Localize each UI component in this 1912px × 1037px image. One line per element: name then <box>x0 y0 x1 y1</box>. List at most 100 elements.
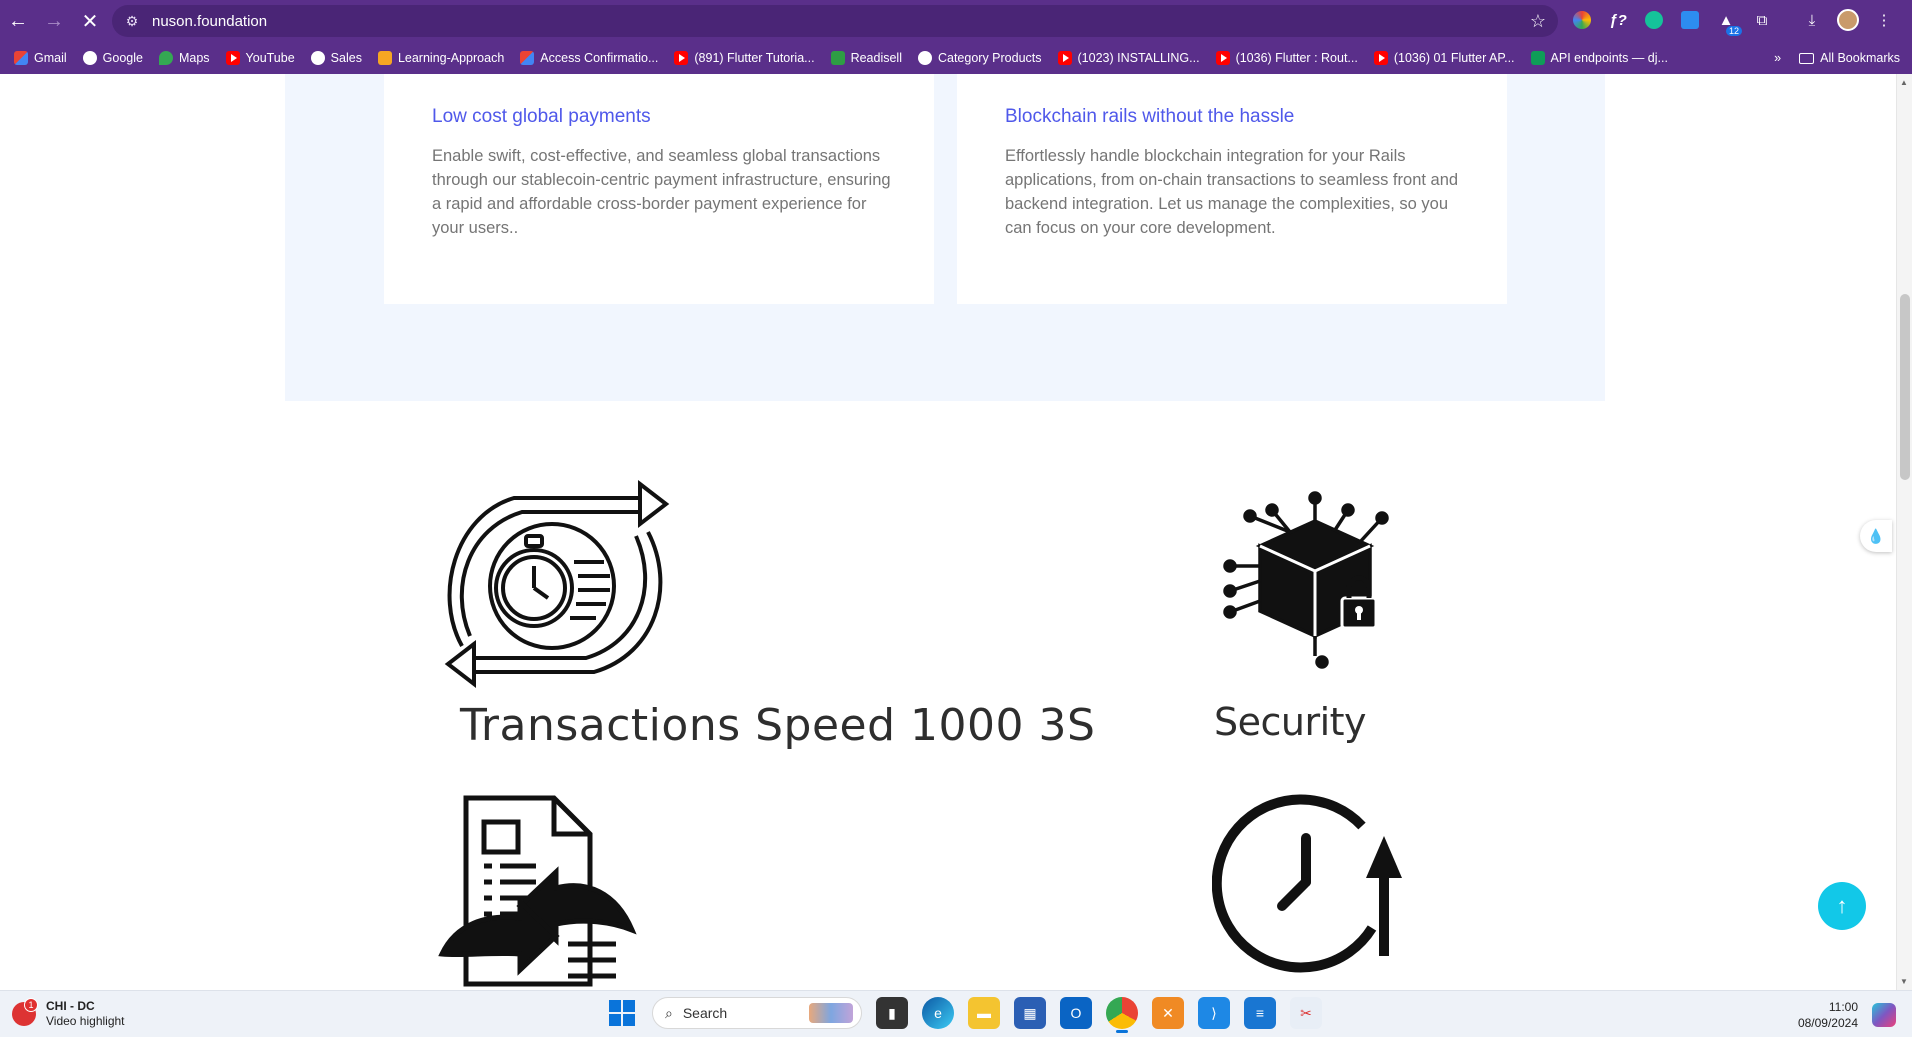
clock-uptime-icon <box>1211 786 1402 981</box>
bookmark-label: (1036) Flutter : Rout... <box>1235 51 1358 65</box>
outlook-icon[interactable]: O <box>1060 997 1092 1029</box>
url-text[interactable]: nuson.foundation <box>152 13 267 30</box>
security-label: Security <box>1214 700 1367 744</box>
scroll-up-arrow-icon[interactable]: ▲ <box>1900 78 1908 87</box>
vscode-icon[interactable]: ⟩ <box>1198 997 1230 1029</box>
microsoft-store-icon[interactable]: ▦ <box>1014 997 1046 1029</box>
category-icon <box>917 51 932 65</box>
bookmark-item[interactable]: API endpoints — dj... <box>1523 44 1676 72</box>
bookmark-item[interactable]: Maps <box>151 44 218 72</box>
search-icon: ⌕ <box>665 1004 673 1021</box>
more-bookmarks-button[interactable]: » <box>1774 51 1781 65</box>
extensions-area: ƒ? ▲ 12 ⧉ ⤓ ⋮ <box>1568 6 1898 36</box>
bookmark-label: (1036) 01 Flutter AP... <box>1393 51 1515 65</box>
system-tray: 11:00 08/09/2024 <box>1798 999 1896 1031</box>
bookmark-label: Google <box>102 51 143 65</box>
all-bookmarks-label: All Bookmarks <box>1820 51 1900 65</box>
download-icon[interactable]: ⤓ <box>1798 6 1826 34</box>
weather-widget[interactable]: 1 CHI - DC Video highlight <box>12 998 125 1029</box>
widget-badge: 1 <box>24 998 38 1012</box>
bookmark-item[interactable]: (891) Flutter Tutoria... <box>666 44 822 72</box>
transaction-speed-icon <box>444 476 670 703</box>
snipping-tool-icon[interactable]: ✂ <box>1290 997 1322 1029</box>
formfill-extension-icon[interactable] <box>1676 6 1704 34</box>
clock-date: 08/09/2024 <box>1797 1016 1858 1030</box>
service-card: Blockchain rails without the hassle Effo… <box>957 74 1507 304</box>
learning-icon <box>377 51 392 65</box>
bookmark-item[interactable]: Category Products <box>910 44 1050 72</box>
windows-taskbar: 1 CHI - DC Video highlight ⌕ Search ▮ e … <box>0 990 1912 1037</box>
bookmark-item[interactable]: (1036) 01 Flutter AP... <box>1366 44 1523 72</box>
edge-browser-icon[interactable]: e <box>922 997 954 1029</box>
forward-button[interactable]: → <box>36 3 72 39</box>
news-widget-icon: 1 <box>12 998 38 1026</box>
back-button[interactable]: ← <box>0 3 36 39</box>
search-highlight-icon <box>809 1003 853 1023</box>
bookmark-label: (891) Flutter Tutoria... <box>694 51 815 65</box>
water-drop-tool-icon[interactable]: 💧 <box>1860 520 1892 552</box>
scroll-thumb[interactable] <box>1900 294 1910 480</box>
taskbar-search[interactable]: ⌕ Search <box>652 997 862 1029</box>
bookmark-item[interactable]: Google <box>75 44 151 72</box>
browser-toolbar: ← → ✕ ⚙ nuson.foundation ☆ ƒ? ▲ 12 ⧉ ⤓ ⋮ <box>0 0 1912 42</box>
bookmark-label: Readisell <box>850 51 902 65</box>
bookmark-item[interactable]: Learning-Approach <box>370 44 512 72</box>
start-button[interactable] <box>606 997 638 1029</box>
bookmark-item[interactable]: (1023) INSTALLING... <box>1050 44 1208 72</box>
folder-icon <box>1799 52 1815 64</box>
task-view-icon[interactable]: ▮ <box>876 997 908 1029</box>
profile-avatar[interactable] <box>1834 6 1862 34</box>
extensions-puzzle-icon[interactable]: ⧉ <box>1748 6 1776 34</box>
bookmark-label: API endpoints — dj... <box>1550 51 1668 65</box>
site-info-icon[interactable]: ⚙ <box>112 13 152 30</box>
card-title: Low cost global payments <box>432 106 651 127</box>
card-title: Blockchain rails without the hassle <box>1005 106 1295 127</box>
scroll-down-arrow-icon[interactable]: ▼ <box>1900 977 1908 986</box>
bookmark-item[interactable]: Access Confirmatio... <box>512 44 666 72</box>
taskbar-apps: ⌕ Search ▮ e ▬ ▦ O ✕ ⟩ ≡ ✂ <box>606 997 1322 1033</box>
maps-icon <box>158 51 173 65</box>
clock[interactable]: 11:00 08/09/2024 <box>1798 999 1858 1031</box>
service-card: Low cost global payments Enable swift, c… <box>384 74 934 304</box>
bookmark-label: YouTube <box>245 51 295 65</box>
document-exchange-icon <box>436 784 646 990</box>
grammarly-icon[interactable] <box>1640 6 1668 34</box>
bookmark-item[interactable]: (1036) Flutter : Rout... <box>1208 44 1366 72</box>
readisell-icon <box>830 51 845 65</box>
color-extension-icon[interactable] <box>1568 6 1596 34</box>
youtube-icon <box>1373 51 1388 65</box>
xampp-icon[interactable]: ✕ <box>1152 997 1184 1029</box>
copilot-icon[interactable] <box>1872 1003 1896 1027</box>
bookmark-label: Maps <box>178 51 210 65</box>
hat-extension-icon[interactable]: ▲ 12 <box>1712 6 1742 36</box>
card-body: Effortlessly handle blockchain integrati… <box>1005 147 1459 237</box>
youtube-icon <box>674 51 689 65</box>
youtube-icon <box>1057 51 1072 65</box>
bookmark-item[interactable]: Sales <box>303 44 370 72</box>
bookmark-item[interactable]: Gmail <box>6 44 75 72</box>
notepad-icon[interactable]: ≡ <box>1244 997 1276 1029</box>
extension-badge: 12 <box>1725 26 1742 36</box>
bookmark-label: Gmail <box>34 51 67 65</box>
page-viewport: Low cost global payments Enable swift, c… <box>0 74 1896 990</box>
bookmark-label: (1023) INSTALLING... <box>1077 51 1200 65</box>
widget-title: CHI - DC <box>46 999 95 1013</box>
font-extension-icon[interactable]: ƒ? <box>1604 6 1632 34</box>
bookmark-label: Sales <box>330 51 362 65</box>
youtube-icon <box>1215 51 1230 65</box>
gmail-icon <box>14 51 28 65</box>
all-bookmarks-button[interactable]: All Bookmarks <box>1799 51 1900 65</box>
bookmark-label: Learning-Approach <box>397 51 505 65</box>
bookmark-star-icon[interactable]: ☆ <box>1530 11 1546 32</box>
page-scrollbar[interactable]: ▲ ▼ <box>1896 74 1912 990</box>
bookmark-item[interactable]: Readisell <box>823 44 910 72</box>
search-placeholder: Search <box>682 1005 728 1021</box>
chrome-icon[interactable] <box>1106 997 1138 1033</box>
menu-kebab-icon[interactable]: ⋮ <box>1870 6 1898 34</box>
address-bar[interactable]: ⚙ nuson.foundation ☆ <box>112 5 1558 37</box>
bookmark-item[interactable]: YouTube <box>218 44 303 72</box>
scroll-to-top-button[interactable]: ↑ <box>1818 882 1866 930</box>
youtube-icon <box>225 51 240 65</box>
stop-loading-button[interactable]: ✕ <box>72 3 108 39</box>
file-explorer-icon[interactable]: ▬ <box>968 997 1000 1029</box>
